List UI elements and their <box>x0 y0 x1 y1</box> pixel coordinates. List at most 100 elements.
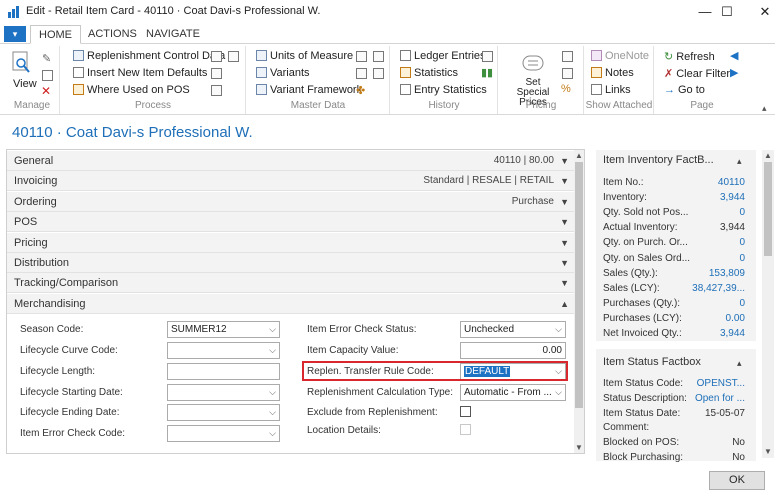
card-icon[interactable] <box>356 68 367 79</box>
previous-icon[interactable]: ◀ <box>730 49 738 62</box>
tab-navigate[interactable]: NAVIGATE <box>138 25 208 44</box>
chevron-down-icon[interactable]: ⌵ <box>269 426 276 441</box>
chevron-down-icon[interactable]: ▼ <box>560 273 569 293</box>
action-icon[interactable] <box>211 68 222 79</box>
go-to-button[interactable]: → Go to <box>664 84 705 96</box>
app-menu-button[interactable]: ▾ <box>4 26 26 42</box>
chevron-down-icon[interactable]: ▼ <box>560 212 569 232</box>
factbox-row-value[interactable]: OPENST... <box>680 378 745 389</box>
ledger-entries-button[interactable]: Ledger Entries <box>400 50 486 62</box>
fasttab-tracking-comparison[interactable]: Tracking/Comparison ▼ <box>7 273 574 294</box>
fasttab-merchandising[interactable]: Merchandising ▲ <box>7 293 574 314</box>
merch-field-0[interactable]: SUMMER12 ⌵ <box>167 321 280 338</box>
chevron-down-icon[interactable]: ▼ <box>560 151 569 171</box>
refresh-button[interactable]: ↻ Refresh <box>664 50 715 63</box>
chevron-up-icon[interactable]: ▲ <box>560 294 569 314</box>
price-tag-icon[interactable] <box>521 52 545 74</box>
where-used-on-pos-button[interactable]: Where Used on POS <box>73 84 190 96</box>
chevron-down-icon[interactable]: ▼ <box>560 192 569 212</box>
variant-framework-button[interactable]: Variant Framework <box>256 84 362 96</box>
entry-statistics-button[interactable]: Entry Statistics <box>400 84 487 96</box>
chevron-down-icon[interactable]: ⌵ <box>269 405 276 420</box>
scroll-down-icon[interactable]: ▼ <box>575 443 583 452</box>
variants-button[interactable]: Variants <box>256 67 310 79</box>
scroll-thumb[interactable] <box>575 162 583 408</box>
chevron-down-icon[interactable]: ▼ <box>560 253 569 273</box>
factbox-row-value[interactable]: 3,944 <box>680 192 745 203</box>
close-button[interactable]: ✕ <box>742 0 775 24</box>
edit-icon[interactable]: ✎ <box>42 52 51 65</box>
factbox-row-value[interactable]: 153,809 <box>680 268 745 279</box>
fasttab-pos[interactable]: POS ▼ <box>7 212 574 233</box>
chevron-down-icon[interactable]: ⌵ <box>269 343 276 358</box>
factbox-row-value[interactable]: 0 <box>680 253 745 264</box>
dimensions-icon[interactable]: ✤ <box>356 84 365 97</box>
scroll-down-icon[interactable]: ▼ <box>764 447 772 456</box>
statistics-button[interactable]: Statistics <box>400 67 458 79</box>
merch-right-field-3[interactable]: Automatic - From ... ⌵ <box>460 384 566 401</box>
delete-icon[interactable]: ✕ <box>41 84 51 98</box>
fasttab-invoicing[interactable]: Invoicing Standard | RESALE | RETAIL ▼ <box>7 171 574 192</box>
view-icon[interactable] <box>11 51 33 75</box>
merch-right-field-0[interactable]: Unchecked ⌵ <box>460 321 566 338</box>
card-icon-2[interactable] <box>373 68 384 79</box>
factbox-row-value[interactable]: 3,944 <box>680 328 745 339</box>
merch-field-5[interactable]: ⌵ <box>167 425 280 442</box>
factbox-row-value[interactable]: 38,427,39... <box>680 283 745 294</box>
scroll-up-icon[interactable]: ▲ <box>764 151 772 160</box>
collapse-icon[interactable]: ▴ <box>737 358 742 369</box>
collapse-ribbon-icon[interactable]: ▴ <box>762 103 767 114</box>
exclude-checkbox[interactable] <box>460 406 471 417</box>
factbox-row-value[interactable]: 0.00 <box>680 313 745 324</box>
replenishment-control-data-button[interactable]: Replenishment Control Data <box>73 50 225 62</box>
factbox-row-value[interactable]: 40110 <box>680 177 745 188</box>
chevron-down-icon[interactable]: ⌵ <box>555 385 562 400</box>
next-icon[interactable]: ▶ <box>730 66 738 79</box>
factbox-row-value: 3,944 <box>719 222 745 234</box>
copy-icon[interactable] <box>228 51 239 62</box>
fasttab-distribution[interactable]: Distribution ▼ <box>7 253 574 273</box>
tab-home[interactable]: HOME <box>30 25 81 44</box>
table-icon[interactable] <box>373 51 384 62</box>
merch-field-2[interactable] <box>167 363 280 380</box>
new-icon[interactable] <box>42 70 53 81</box>
tab-actions[interactable]: ACTIONS <box>80 25 145 44</box>
report-icon[interactable] <box>211 51 222 62</box>
factbox-row-value[interactable]: 0 <box>680 237 745 248</box>
onenote-button[interactable]: OneNote <box>591 50 649 62</box>
factbox-row-value[interactable]: 0 <box>680 298 745 309</box>
units-of-measure-button[interactable]: Units of Measure <box>256 50 353 62</box>
clear-filter-button[interactable]: ✗ Clear Filter <box>664 67 730 80</box>
chart-icon[interactable]: ▮▮ <box>481 66 493 79</box>
price-doc-icon[interactable] <box>562 68 573 79</box>
group-label-show-attached: Show Attached <box>585 100 653 111</box>
list-icon[interactable] <box>356 51 367 62</box>
scroll-up-icon[interactable]: ▲ <box>575 151 583 160</box>
chevron-down-icon[interactable]: ⌵ <box>555 322 562 337</box>
merch-field-4[interactable]: ⌵ <box>167 404 280 421</box>
factbox-row-label: Sales (Qty.): <box>603 267 658 279</box>
chevron-down-icon[interactable]: ⌵ <box>269 322 276 337</box>
action-icon-2[interactable] <box>211 85 222 96</box>
fasttab-general[interactable]: General 40110 | 80.00 ▼ <box>7 151 574 171</box>
merch-right-field-1[interactable]: 0.00 <box>460 342 566 359</box>
view-button[interactable]: View <box>13 78 37 90</box>
price-list-icon[interactable] <box>562 51 573 62</box>
chevron-down-icon[interactable]: ▼ <box>560 171 569 191</box>
fasttab-ordering[interactable]: Ordering Purchase ▼ <box>7 191 574 212</box>
chevron-down-icon[interactable]: ▼ <box>560 233 569 253</box>
links-button[interactable]: Links <box>591 84 631 96</box>
search-history-icon[interactable] <box>482 51 493 62</box>
scroll-thumb[interactable] <box>764 162 772 256</box>
merch-field-3[interactable]: ⌵ <box>167 384 280 401</box>
ok-button[interactable]: OK <box>709 471 765 490</box>
merch-field-1[interactable]: ⌵ <box>167 342 280 359</box>
notes-button[interactable]: Notes <box>591 67 634 79</box>
factbox-row-value[interactable]: Open for ... <box>680 393 745 404</box>
factbox-row-value[interactable]: 0 <box>680 207 745 218</box>
chevron-down-icon[interactable]: ⌵ <box>269 385 276 400</box>
insert-new-item-defaults-button[interactable]: Insert New Item Defaults <box>73 67 207 79</box>
fasttab-pricing[interactable]: Pricing ▼ <box>7 232 574 253</box>
discount-icon[interactable]: % <box>561 83 571 95</box>
collapse-icon[interactable]: ▴ <box>737 156 742 167</box>
